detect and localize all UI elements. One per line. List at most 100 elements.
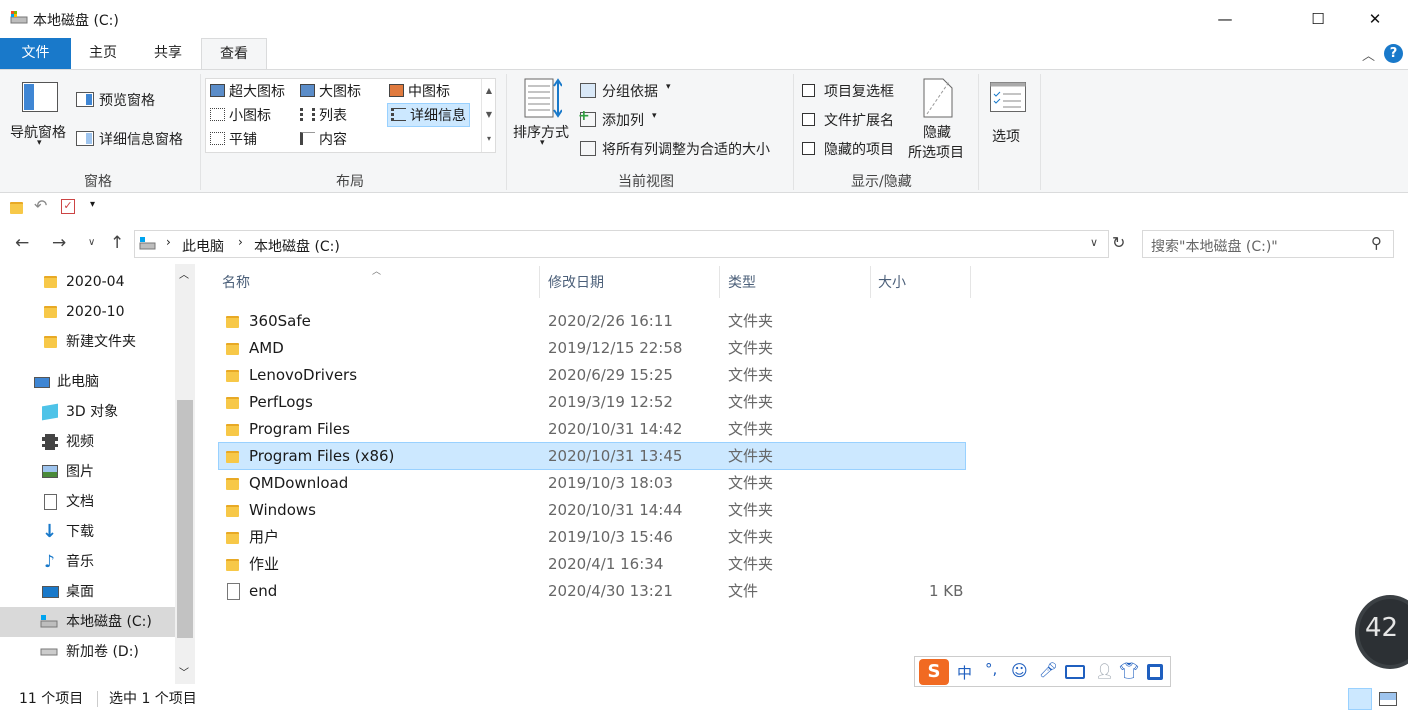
layout-content[interactable]: 内容: [300, 129, 347, 149]
nav-scroll-thumb[interactable]: [177, 400, 193, 638]
undo-icon[interactable]: ↶: [34, 196, 47, 215]
layout-medium-icons[interactable]: 中图标: [389, 81, 450, 101]
properties-icon[interactable]: ✓: [61, 199, 75, 214]
file-extensions-toggle[interactable]: 文件扩展名: [802, 109, 902, 131]
emoji-icon[interactable]: ☺: [1011, 661, 1028, 680]
nav-item-2020-10[interactable]: 2020-10: [0, 297, 175, 327]
search-input[interactable]: 搜索"本地磁盘 (C:)": [1151, 236, 1278, 256]
layout-extra-large-icons[interactable]: 超大图标: [210, 81, 285, 101]
layout-details[interactable]: 详细信息: [387, 103, 470, 127]
customize-toolbar-icon[interactable]: ▾: [90, 199, 95, 210]
ime-punct[interactable]: °,: [985, 660, 997, 678]
collapse-ribbon-icon[interactable]: ︿: [1362, 45, 1375, 64]
column-header-size[interactable]: 大小: [878, 270, 968, 300]
search-icon[interactable]: ⚲: [1371, 234, 1382, 252]
folder-icon: [226, 424, 239, 436]
nav-item-d-drive[interactable]: 新加卷 (D:): [0, 637, 175, 667]
file-row[interactable]: Program Files 2020/10/31 14:42 文件夹: [218, 416, 966, 443]
minimize-button[interactable]: —: [1202, 0, 1248, 38]
address-dropdown-icon[interactable]: ∨: [1090, 236, 1098, 249]
tab-home[interactable]: 主页: [75, 38, 131, 70]
nav-item-documents[interactable]: 文档: [0, 487, 175, 517]
ime-mode[interactable]: 中: [957, 662, 972, 683]
file-row[interactable]: 360Safe 2020/2/26 16:11 文件夹: [218, 308, 966, 335]
forward-icon[interactable]: →: [52, 233, 66, 253]
layout-scroll[interactable]: ▲ ▼ ▾: [481, 79, 496, 152]
layout-large-icons[interactable]: 大图标: [300, 81, 361, 101]
column-header-type[interactable]: 类型: [728, 270, 868, 300]
drive-icon: [10, 11, 28, 24]
maximize-button[interactable]: ☐: [1295, 0, 1341, 38]
add-columns-button[interactable]: + 添加列 ▾: [578, 108, 664, 131]
size-columns-button[interactable]: 将所有列调整为合适的大小: [580, 138, 786, 160]
up-icon[interactable]: ↑: [110, 233, 124, 253]
skin-icon[interactable]: 👕︎: [1119, 661, 1139, 680]
nav-item-c-drive[interactable]: 本地磁盘 (C:): [0, 607, 175, 637]
tab-view[interactable]: 查看: [201, 38, 267, 70]
group-by-button[interactable]: 分组依据 ▾: [580, 80, 680, 102]
sort-by-button[interactable]: 排序方式 ▾: [511, 74, 575, 162]
file-extensions-checkbox[interactable]: [802, 113, 815, 126]
breadcrumb-c-drive[interactable]: 本地磁盘 (C:): [254, 236, 340, 256]
layout-list[interactable]: 列表: [300, 105, 347, 125]
hide-selected-button[interactable]: 隐藏 所选项目: [906, 74, 970, 164]
column-header-name[interactable]: 名称: [222, 270, 538, 300]
keyboard-icon[interactable]: [1065, 665, 1085, 679]
nav-item-2020-04[interactable]: 2020-04: [0, 267, 175, 297]
details-view-icon[interactable]: [1348, 688, 1372, 710]
file-row[interactable]: PerfLogs 2019/3/19 12:52 文件夹: [218, 389, 966, 416]
hidden-items-toggle[interactable]: 隐藏的项目: [802, 138, 902, 160]
recent-locations-icon[interactable]: ∨: [88, 237, 95, 248]
file-row[interactable]: end 2020/4/30 13:21 文件 1 KB: [218, 578, 966, 605]
scroll-down-icon[interactable]: ﹀: [179, 664, 189, 679]
file-row[interactable]: AMD 2019/12/15 22:58 文件夹: [218, 335, 966, 362]
nav-item-downloads[interactable]: ↓ 下载: [0, 517, 175, 547]
folder-icon: [226, 478, 239, 490]
nav-item-pictures[interactable]: 图片: [0, 457, 175, 487]
item-checkboxes-toggle[interactable]: 项目复选框: [802, 80, 902, 102]
large-icons-view-icon[interactable]: [1379, 692, 1397, 706]
file-row[interactable]: QMDownload 2019/10/3 18:03 文件夹: [218, 470, 966, 497]
hidden-items-checkbox[interactable]: [802, 142, 815, 155]
back-icon[interactable]: ←: [15, 233, 29, 253]
close-button[interactable]: ✕: [1352, 0, 1398, 38]
tab-file[interactable]: 文件: [0, 38, 71, 70]
preview-pane-button[interactable]: 预览窗格: [76, 88, 196, 112]
speed-gauge[interactable]: 42: [1355, 595, 1408, 669]
nav-item-videos[interactable]: 视频: [0, 427, 175, 457]
user-icon[interactable]: 👤︎: [1095, 662, 1114, 680]
folder-icon[interactable]: [10, 202, 23, 214]
scroll-up-icon[interactable]: ︿: [179, 266, 189, 281]
file-row-selected[interactable]: Program Files (x86) 2020/10/31 13:45 文件夹: [218, 442, 966, 470]
details-pane-button[interactable]: 详细信息窗格: [76, 127, 198, 151]
sogou-logo-icon[interactable]: S: [919, 659, 949, 685]
file-row[interactable]: Windows 2020/10/31 14:44 文件夹: [218, 497, 966, 524]
layout-small-icons[interactable]: 小图标: [210, 105, 271, 125]
breadcrumb-separator-icon: ›: [166, 235, 171, 249]
options-button[interactable]: 选项: [984, 74, 1032, 162]
tab-share[interactable]: 共享: [139, 38, 197, 70]
file-row[interactable]: 用户 2019/10/3 15:46 文件夹: [218, 524, 966, 551]
address-bar[interactable]: › 此电脑 › 本地磁盘 (C:) ∨: [134, 230, 1109, 258]
column-header-date[interactable]: 修改日期: [548, 270, 718, 300]
nav-item-music[interactable]: ♪ 音乐: [0, 547, 175, 577]
file-row[interactable]: LenovoDrivers 2020/6/29 15:25 文件夹: [218, 362, 966, 389]
item-checkboxes-checkbox[interactable]: [802, 84, 815, 97]
nav-item-3d-objects[interactable]: 3D 对象: [0, 397, 175, 427]
microphone-icon[interactable]: 🎤︎: [1039, 661, 1058, 679]
details-pane-icon: [76, 131, 94, 146]
help-icon[interactable]: ?: [1384, 44, 1403, 63]
file-row[interactable]: 作业 2020/4/1 16:34 文件夹: [218, 551, 966, 578]
nav-item-desktop[interactable]: 桌面: [0, 577, 175, 607]
toolbox-icon[interactable]: [1147, 664, 1163, 680]
breadcrumb-this-pc[interactable]: 此电脑: [182, 236, 224, 256]
nav-pane-button[interactable]: 导航窗格 ▾: [8, 74, 72, 162]
nav-item-this-pc[interactable]: 此电脑: [0, 367, 175, 397]
list-icon: [300, 108, 315, 121]
content-icon: [300, 132, 315, 145]
quick-access-toolbar: ↶ ✓ ▾: [0, 193, 1408, 223]
refresh-icon[interactable]: ↻: [1112, 233, 1125, 252]
layout-tiles[interactable]: 平铺: [210, 129, 257, 149]
search-box[interactable]: 搜索"本地磁盘 (C:)" ⚲: [1142, 230, 1394, 258]
nav-item-new-folder[interactable]: 新建文件夹: [0, 327, 175, 357]
